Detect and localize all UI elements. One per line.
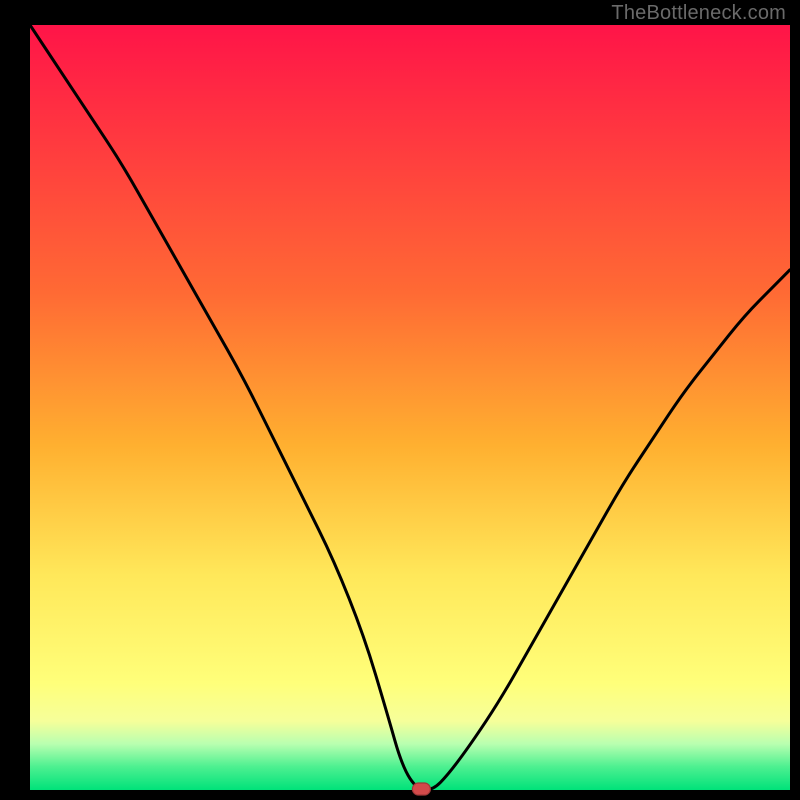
plot-background [30, 25, 790, 790]
optimum-marker [412, 783, 430, 795]
chart-container: { "watermark": "TheBottleneck.com", "col… [0, 0, 800, 800]
bottleneck-chart [0, 0, 800, 800]
watermark-text: TheBottleneck.com [611, 2, 786, 25]
